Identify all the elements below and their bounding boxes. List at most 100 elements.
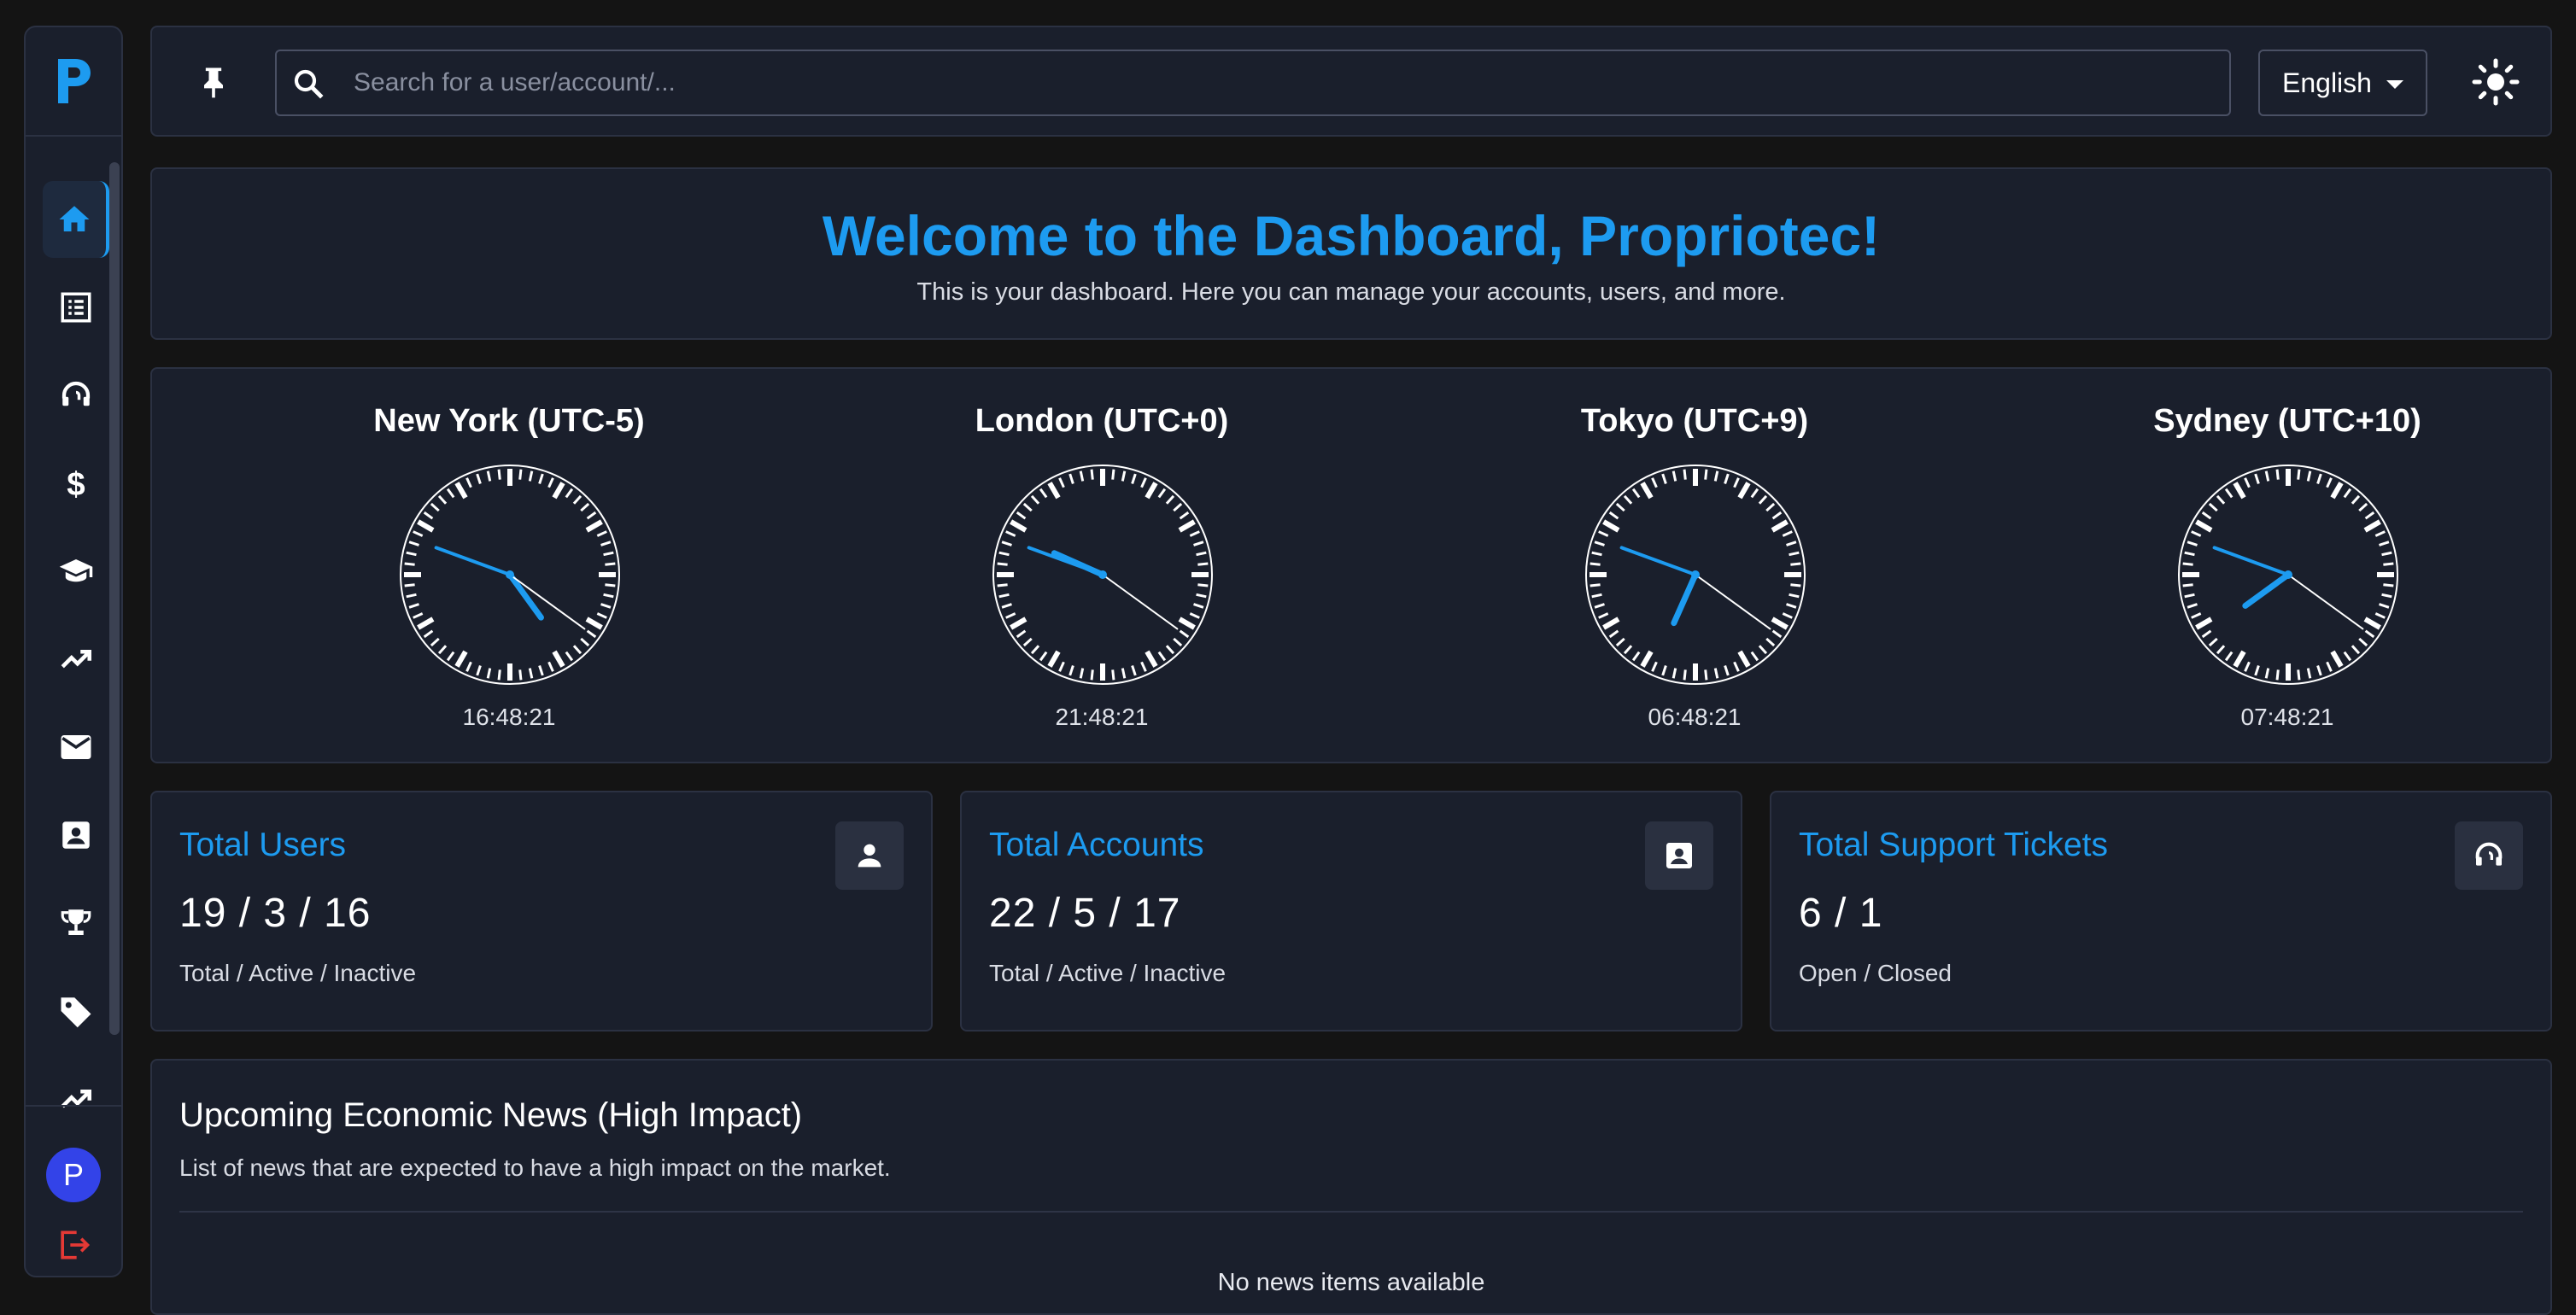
clock-tick xyxy=(2201,511,2212,520)
stat-icon-box xyxy=(2455,821,2523,890)
clock-tick xyxy=(1733,661,1740,672)
clock-tick xyxy=(1047,650,1061,668)
clock-tick xyxy=(2195,519,2213,533)
clock-tick xyxy=(1058,661,1065,672)
news-title: Upcoming Economic News (High Impact) xyxy=(179,1096,803,1134)
clock-tick xyxy=(1079,470,1085,482)
graduation-cap-icon xyxy=(59,559,93,582)
mail-icon xyxy=(61,735,91,759)
clock-tick xyxy=(1623,645,1633,655)
clock-center xyxy=(506,570,514,579)
sidebar-item-finance[interactable]: $ xyxy=(43,445,109,522)
clock-tick xyxy=(1713,470,1719,482)
clock-center xyxy=(2284,570,2292,579)
clock-tick xyxy=(2184,593,2195,599)
clock-tick xyxy=(1598,530,1609,537)
sidebar-item-tags[interactable] xyxy=(43,973,109,1049)
clock-tick xyxy=(518,669,523,681)
clock-tick xyxy=(2383,583,2394,587)
clock-tick xyxy=(586,511,597,520)
clock-tick xyxy=(1068,665,1074,676)
clock-tick xyxy=(1608,511,1619,520)
clock-tick xyxy=(1631,651,1641,662)
clock-tick xyxy=(2275,669,2280,681)
news-subtitle: List of news that are expected to have a… xyxy=(179,1154,891,1181)
clock-tick xyxy=(454,650,468,668)
clock-tick xyxy=(430,502,440,512)
clock-tick xyxy=(1079,668,1085,679)
analog-clock xyxy=(992,465,1213,685)
clock-tick xyxy=(1189,530,1200,537)
clock-tick xyxy=(1782,612,1793,619)
language-select[interactable]: English xyxy=(2258,50,2427,116)
stat-value: 6 / 1 xyxy=(1799,891,1883,936)
clock-tick xyxy=(476,665,482,676)
sidebar-item-list[interactable] xyxy=(43,269,109,346)
clock-tick xyxy=(2187,603,2198,609)
clock-tick xyxy=(603,551,614,557)
clock-tick xyxy=(1640,482,1654,500)
clock-tick xyxy=(437,494,448,505)
clock-tick xyxy=(1704,469,1708,480)
stat-label: Total / Active / Inactive xyxy=(179,960,417,986)
clock-tick xyxy=(547,477,554,488)
sidebar-item-competitions[interactable] xyxy=(43,885,109,961)
clock-tick xyxy=(1724,473,1730,484)
avatar[interactable]: P xyxy=(46,1148,101,1202)
sidebar-item-accounts[interactable] xyxy=(43,797,109,874)
clock-tick xyxy=(1131,473,1137,484)
trending-up-icon xyxy=(61,649,92,669)
clock-tick xyxy=(2233,482,2246,500)
clock-tick xyxy=(1737,650,1751,668)
clock-tick xyxy=(1178,519,1196,533)
clock-tick xyxy=(1661,665,1667,676)
sidebar-item-trading[interactable] xyxy=(43,621,109,698)
support-headset-icon xyxy=(61,381,91,406)
clock-tick xyxy=(486,668,492,679)
clock-tick xyxy=(2343,651,2352,662)
clock-tick xyxy=(2330,482,2344,500)
top-bar: English xyxy=(150,26,2552,137)
clock-tick xyxy=(1598,612,1609,619)
logout-icon[interactable] xyxy=(55,1226,92,1264)
search-box[interactable] xyxy=(275,50,2231,116)
sidebar-item-support[interactable] xyxy=(43,357,109,434)
search-input[interactable] xyxy=(354,51,2216,114)
sidebar-item-mail[interactable] xyxy=(43,709,109,786)
clock-tick xyxy=(2208,502,2218,512)
clock-tick xyxy=(2364,629,2375,639)
sidebar-scrollbar[interactable] xyxy=(109,162,120,1035)
clock-tick xyxy=(1010,617,1027,630)
clock-tick xyxy=(1196,551,1207,557)
sidebar-item-education[interactable] xyxy=(43,533,109,610)
clock-center xyxy=(1098,570,1107,579)
clock-tick xyxy=(596,612,607,619)
clock-tick xyxy=(2351,645,2361,655)
clock-tick xyxy=(2254,473,2260,484)
clock-tick xyxy=(2379,603,2390,609)
list-icon xyxy=(61,292,91,323)
clock-tick xyxy=(538,473,544,484)
clock-tick xyxy=(1022,637,1033,647)
clock-tick xyxy=(1615,637,1625,647)
clock-tick xyxy=(465,661,472,672)
clock-tick xyxy=(1683,469,1687,480)
clock-tick xyxy=(998,593,1010,599)
clock-tick xyxy=(528,470,534,482)
clock-tick xyxy=(1671,668,1677,679)
clock-tick xyxy=(430,637,440,647)
tag-icon xyxy=(61,997,91,1028)
sun-icon[interactable] xyxy=(2470,56,2521,108)
clock-tick xyxy=(2351,494,2361,505)
user-icon xyxy=(858,844,881,868)
clock-tick xyxy=(605,583,616,587)
clock-tick xyxy=(2326,477,2333,488)
clock-tick xyxy=(2216,494,2226,505)
pin-icon[interactable] xyxy=(195,63,232,101)
clock-tick xyxy=(1623,494,1633,505)
sidebar-item-home[interactable] xyxy=(43,181,109,258)
clock-tick xyxy=(486,470,492,482)
clock-tick xyxy=(552,650,565,668)
sidebar-logo[interactable] xyxy=(26,27,121,137)
news-empty-message: No news items available xyxy=(1217,1269,1485,1296)
